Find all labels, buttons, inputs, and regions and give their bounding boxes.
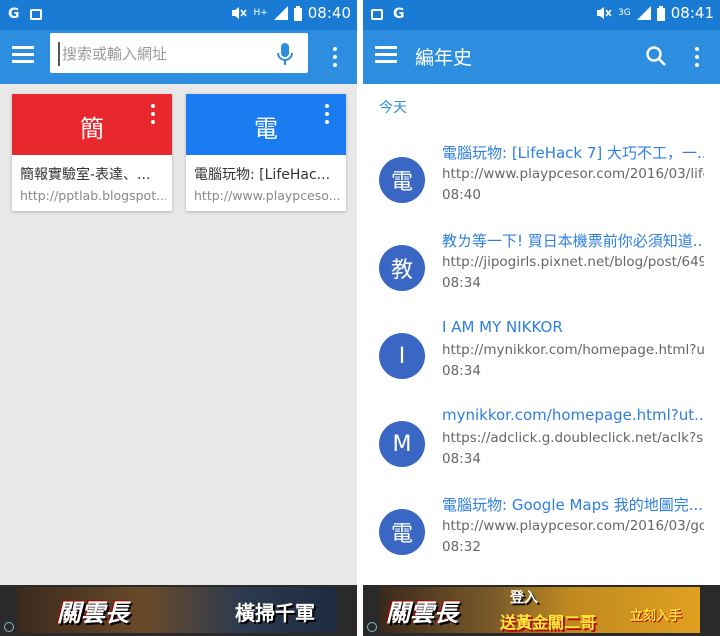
gallery-icon: [29, 8, 42, 20]
ad-slogan: 登入: [510, 590, 538, 606]
history-time: 08:34: [442, 451, 481, 467]
mic-icon[interactable]: [276, 42, 294, 66]
history-item[interactable]: M mynikkor.com/homepage.html?ut... https…: [363, 402, 720, 490]
history-url: http://www.playpcesor.com/2016/03/life..…: [442, 166, 704, 182]
tile-more-icon[interactable]: [324, 104, 330, 124]
history-url: https://adclick.g.doubleclick.net/aclk?s…: [442, 430, 704, 446]
history-item[interactable]: 電 電腦玩物: Google Maps 我的地圖完... http://www.…: [363, 490, 720, 578]
history-time: 08:34: [442, 363, 481, 379]
app-bar: 編年史: [363, 30, 720, 84]
history-title: mynikkor.com/homepage.html?ut...: [442, 406, 704, 424]
status-bar: G H+ 08:40: [0, 0, 357, 30]
network-type: H+: [253, 7, 268, 18]
history-time: 08:32: [442, 539, 481, 555]
ad-image: 關雲長 登入 送黃金關二哥 立刻入手: [380, 587, 700, 633]
history-title: 電腦玩物: [LifeHack 7] 大巧不工，一...: [442, 144, 704, 162]
history-title: 教ㄌ等一下! 買日本機票前你必須知道...: [442, 232, 704, 250]
mute-icon: [232, 7, 248, 19]
ad-cta: 立刻入手: [629, 609, 682, 624]
ad-slogan: 橫掃千軍: [235, 601, 315, 625]
battery-icon: [293, 5, 302, 21]
search-box[interactable]: [50, 33, 308, 73]
ad-brand: 關雲長: [386, 598, 458, 627]
history-time: 08:40: [442, 187, 481, 203]
history-item[interactable]: I I AM MY NIKKOR http://mynikkor.com/hom…: [363, 314, 720, 402]
ad-image: 關雲長 橫掃千軍: [17, 587, 337, 633]
clock: 08:41: [670, 4, 714, 22]
tile-letter: 電: [254, 115, 278, 143]
ad-banner[interactable]: 關雲長 登入 送黃金關二哥 立刻入手: [363, 585, 720, 636]
history-time: 08:34: [442, 275, 481, 291]
menu-icon[interactable]: [12, 46, 34, 64]
tile-more-icon[interactable]: [150, 104, 156, 124]
tile-url: http://www.playpceso...: [194, 188, 340, 203]
tile-title: 電腦玩物: [LifeHac...: [194, 167, 331, 183]
ad-info-icon[interactable]: [4, 622, 14, 632]
top-site-tile[interactable]: 電 電腦玩物: [LifeHac... http://www.playpceso…: [186, 94, 346, 211]
tile-header: 簡: [12, 94, 172, 155]
search-input[interactable]: [58, 42, 274, 66]
google-g-icon: G: [8, 6, 20, 22]
signal-icon: [636, 6, 651, 20]
avatar: 教: [379, 245, 425, 291]
tile-title: 簡報實驗室-表達、...: [20, 167, 151, 183]
battery-icon: [656, 5, 665, 21]
ad-banner[interactable]: 關雲長 橫掃千軍: [0, 585, 357, 636]
network-type: 3G: [618, 7, 631, 18]
ad-brand: 關雲長: [57, 598, 129, 627]
ad-slogan-secondary: 送黃金關二哥: [500, 613, 597, 632]
google-g-icon: G: [393, 6, 405, 22]
history-url: http://www.playpcesor.com/2016/03/go...: [442, 518, 704, 534]
section-label: 今天: [379, 100, 407, 116]
right-screen: G 3G 08:41 編年史 今天 電 電腦玩物: [LifeHack 7] 大…: [363, 0, 720, 636]
status-bar: G 3G 08:41: [363, 0, 720, 30]
history-title: 電腦玩物: Google Maps 我的地圖完...: [442, 496, 704, 514]
avatar: I: [379, 333, 425, 379]
avatar: 電: [379, 157, 425, 203]
clock: 08:40: [307, 4, 351, 22]
mute-icon: [597, 7, 612, 19]
more-vert-icon[interactable]: [332, 47, 338, 67]
page-title: 編年史: [415, 47, 473, 69]
avatar: 電: [379, 509, 425, 555]
tile-header: 電: [186, 94, 346, 155]
tile-url: http://pptlab.blogspot...: [20, 188, 166, 203]
gallery-icon: [371, 8, 383, 20]
history-item[interactable]: 電 電腦玩物: [LifeHack 7] 大巧不工，一... http://ww…: [363, 138, 720, 226]
signal-icon: [273, 6, 288, 20]
history-item[interactable]: 教 教ㄌ等一下! 買日本機票前你必須知道... http://jipogirls…: [363, 226, 720, 314]
history-url: http://mynikkor.com/homepage.html?ut...: [442, 342, 704, 358]
ad-info-icon[interactable]: [367, 622, 377, 632]
search-icon[interactable]: [644, 44, 668, 68]
more-vert-icon[interactable]: [694, 47, 700, 67]
menu-icon[interactable]: [375, 46, 397, 64]
history-url: http://jipogirls.pixnet.net/blog/post/64…: [442, 254, 704, 270]
tile-letter: 簡: [80, 115, 104, 143]
avatar: M: [379, 421, 425, 467]
history-title: I AM MY NIKKOR: [442, 318, 563, 336]
top-site-tile[interactable]: 簡 簡報實驗室-表達、... http://pptlab.blogspot...: [12, 94, 172, 211]
left-screen: G H+ 08:40 簡 簡報實驗室-表達、... http:/: [0, 0, 357, 636]
toolbar: [0, 30, 357, 84]
